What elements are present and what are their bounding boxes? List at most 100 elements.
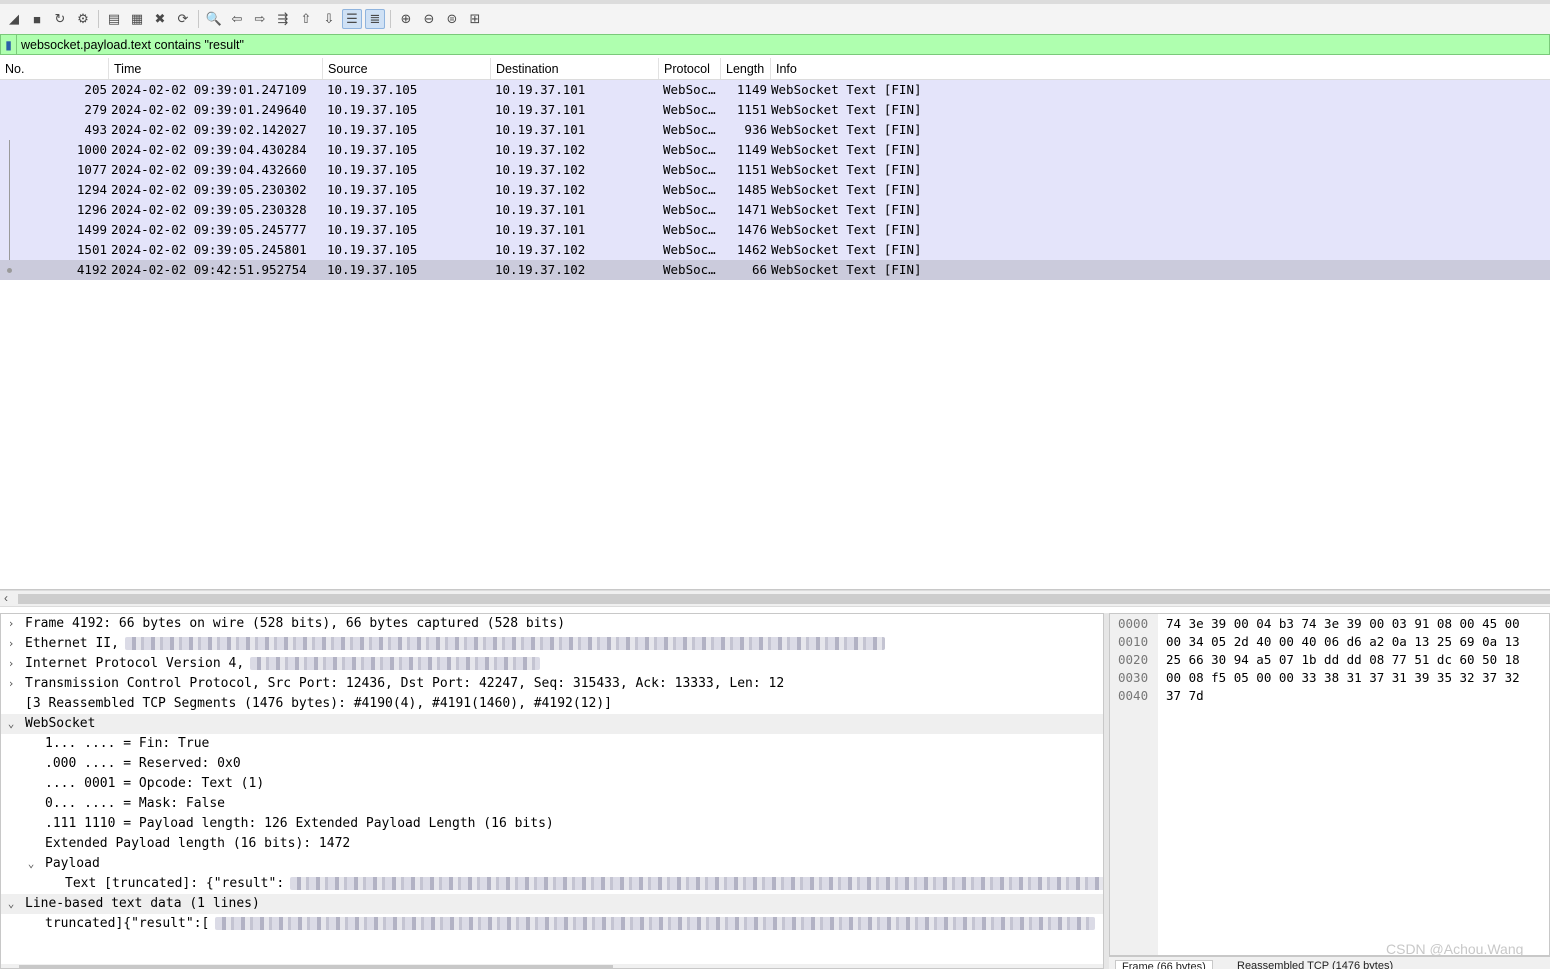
detail-row[interactable]: › Transmission Control Protocol, Src Port… — [1, 674, 1103, 694]
detail-text: .... 0001 = Opcode: Text (1) — [45, 776, 265, 791]
packet-row[interactable]: 1501 2024-02-02 09:39:05.245801 10.19.37.1… — [0, 240, 1550, 260]
cell-length: 1151 — [736, 102, 767, 117]
capture-options-icon[interactable]: ⚙ — [73, 9, 93, 29]
tab-reassembled-tcp[interactable]: Reassembled TCP (1476 bytes) — [1237, 960, 1393, 969]
column-header-info[interactable]: Info — [771, 58, 1550, 79]
chevron-right-icon[interactable]: › — [5, 674, 17, 694]
detail-row[interactable]: › Internet Protocol Version 4, — [1, 654, 1103, 674]
go-forward-icon[interactable]: ⇨ — [250, 9, 270, 29]
detail-text: Text [truncated]: {"result": — [65, 876, 285, 891]
packet-row[interactable]: 493 2024-02-02 09:39:02.142027 10.19.37.10… — [0, 120, 1550, 140]
normal-size-icon[interactable]: ⊜ — [442, 9, 462, 29]
last-packet-icon[interactable]: ⇩ — [319, 9, 339, 29]
packet-row[interactable]: 279 2024-02-02 09:39:01.249640 10.19.37.10… — [0, 100, 1550, 120]
byte-hex[interactable]: 00 08 f5 05 00 00 33 38 31 37 31 39 35 3… — [1166, 669, 1520, 687]
detail-row[interactable]: › Frame 4192: 66 bytes on wire (528 bits)… — [1, 614, 1103, 634]
related-packet-marker — [7, 268, 12, 273]
packet-row[interactable]: 1077 2024-02-02 09:39:04.432660 10.19.37.1… — [0, 160, 1550, 180]
byte-hex[interactable]: 25 66 30 94 a5 07 1b dd dd 08 77 51 dc 6… — [1166, 651, 1520, 669]
restart-capture-icon[interactable]: ↻ — [50, 9, 70, 29]
chevron-down-icon[interactable]: ⌄ — [25, 854, 37, 874]
detail-row[interactable]: 0... .... = Mask: False — [1, 794, 1103, 814]
chevron-down-icon[interactable]: ⌄ — [5, 894, 17, 914]
detail-row[interactable]: Extended Payload length (16 bits): 1472 — [1, 834, 1103, 854]
go-back-icon[interactable]: ⇦ — [227, 9, 247, 29]
open-file-icon[interactable]: ▤ — [104, 9, 124, 29]
toolbar-separator — [390, 10, 391, 28]
related-packet-marker — [9, 180, 10, 200]
watermark: CSDN @Achou.Wang — [1386, 941, 1524, 957]
colorize-icon[interactable]: ≣ — [365, 9, 385, 29]
cell-protocol: WebSoc… — [663, 122, 716, 137]
detail-text: 0... .... = Mask: False — [45, 796, 226, 811]
packet-list-hscrollbar[interactable]: ‹ — [0, 590, 1550, 607]
packet-row[interactable]: 1296 2024-02-02 09:39:05.230328 10.19.37.1… — [0, 200, 1550, 220]
display-filter-input[interactable]: websocket.payload.text contains "result" — [21, 38, 244, 52]
packet-row[interactable]: 1499 2024-02-02 09:39:05.245777 10.19.37.1… — [0, 220, 1550, 240]
find-packet-icon[interactable]: 🔍 — [204, 9, 224, 29]
start-capture-icon[interactable]: ◢ — [4, 9, 24, 29]
detail-row[interactable]: .000 .... = Reserved: 0x0 — [1, 754, 1103, 774]
column-header-no[interactable]: No. — [0, 58, 109, 79]
cell-protocol: WebSoc… — [663, 82, 716, 97]
packet-row[interactable]: 4192 2024-02-02 09:42:51.952754 10.19.37.1… — [0, 260, 1550, 280]
scroll-left-icon[interactable]: ‹ — [4, 591, 8, 606]
first-packet-icon[interactable]: ⇧ — [296, 9, 316, 29]
stop-capture-icon[interactable]: ■ — [27, 9, 47, 29]
tab-frame-bytes[interactable]: Frame (66 bytes) — [1115, 960, 1213, 969]
cell-no: 205 — [84, 82, 107, 97]
detail-row[interactable]: ⌄ WebSocket — [1, 714, 1103, 734]
display-filter-bar[interactable]: ▮ websocket.payload.text contains "resul… — [0, 34, 1550, 55]
go-to-packet-icon[interactable]: ⇶ — [273, 9, 293, 29]
detail-row[interactable]: [3 Reassembled TCP Segments (1476 bytes)… — [1, 694, 1103, 714]
detail-text: Ethernet II, — [25, 636, 119, 651]
detail-row[interactable]: Text [truncated]: {"result": — [1, 874, 1103, 894]
scrollbar-thumb[interactable] — [19, 965, 613, 968]
close-file-icon[interactable]: ✖ — [150, 9, 170, 29]
column-header-length[interactable]: Length — [721, 58, 771, 79]
redacted-content — [124, 637, 885, 650]
filter-bookmark-icon[interactable]: ▮ — [1, 35, 17, 54]
packet-row[interactable]: 205 2024-02-02 09:39:01.247109 10.19.37.10… — [0, 80, 1550, 100]
column-header-time[interactable]: Time — [109, 58, 323, 79]
detail-row[interactable]: .... 0001 = Opcode: Text (1) — [1, 774, 1103, 794]
detail-row[interactable]: .111 1110 = Payload length: 126 Extended… — [1, 814, 1103, 834]
packet-row[interactable]: 1294 2024-02-02 09:39:05.230302 10.19.37.1… — [0, 180, 1550, 200]
byte-hex[interactable]: 74 3e 39 00 04 b3 74 3e 39 00 03 91 08 0… — [1166, 615, 1520, 633]
detail-row[interactable]: ⌄ Line-based text data (1 lines) — [1, 894, 1103, 914]
resize-columns-icon[interactable]: ⊞ — [465, 9, 485, 29]
column-header-source[interactable]: Source — [323, 58, 491, 79]
detail-text: 1... .... = Fin: True — [45, 736, 210, 751]
byte-hex[interactable]: 00 34 05 2d 40 00 40 06 d6 a2 0a 13 25 6… — [1166, 633, 1520, 651]
detail-row[interactable]: truncated]{"result":[ — [1, 914, 1103, 934]
chevron-right-icon[interactable]: › — [5, 614, 17, 634]
cell-protocol: WebSoc… — [663, 142, 716, 157]
cell-time: 2024-02-02 09:39:04.432660 — [111, 162, 307, 177]
byte-offset: 0030 — [1118, 670, 1149, 685]
column-header-destination[interactable]: Destination — [491, 58, 659, 79]
zoom-out-icon[interactable]: ⊖ — [419, 9, 439, 29]
chevron-right-icon[interactable]: › — [5, 654, 17, 674]
detail-row[interactable]: ⌄ Payload — [1, 854, 1103, 874]
scrollbar-thumb[interactable] — [18, 594, 1550, 604]
chevron-right-icon[interactable]: › — [5, 634, 17, 654]
cell-source: 10.19.37.105 — [327, 202, 418, 217]
reload-file-icon[interactable]: ⟳ — [173, 9, 193, 29]
related-packet-marker — [9, 140, 10, 160]
zoom-in-icon[interactable]: ⊕ — [396, 9, 416, 29]
byte-hex[interactable]: 37 7d — [1166, 687, 1204, 705]
cell-destination: 10.19.37.101 — [495, 222, 586, 237]
cell-destination: 10.19.37.102 — [495, 182, 586, 197]
save-file-icon[interactable]: ▦ — [127, 9, 147, 29]
column-header-protocol[interactable]: Protocol — [659, 58, 721, 79]
detail-row[interactable]: 1... .... = Fin: True — [1, 734, 1103, 754]
packet-list: No. Time Source Destination Protocol Len… — [0, 58, 1550, 590]
detail-text: Payload — [45, 856, 100, 871]
details-hscrollbar[interactable] — [1, 964, 1103, 968]
detail-text: Frame 4192: 66 bytes on wire (528 bits),… — [25, 616, 566, 631]
autoscroll-icon[interactable]: ☰ — [342, 9, 362, 29]
chevron-down-icon[interactable]: ⌄ — [5, 714, 17, 734]
detail-row[interactable]: › Ethernet II, — [1, 634, 1103, 654]
packet-row[interactable]: 1000 2024-02-02 09:39:04.430284 10.19.37.1… — [0, 140, 1550, 160]
cell-info: WebSocket Text [FIN] — [771, 222, 922, 237]
